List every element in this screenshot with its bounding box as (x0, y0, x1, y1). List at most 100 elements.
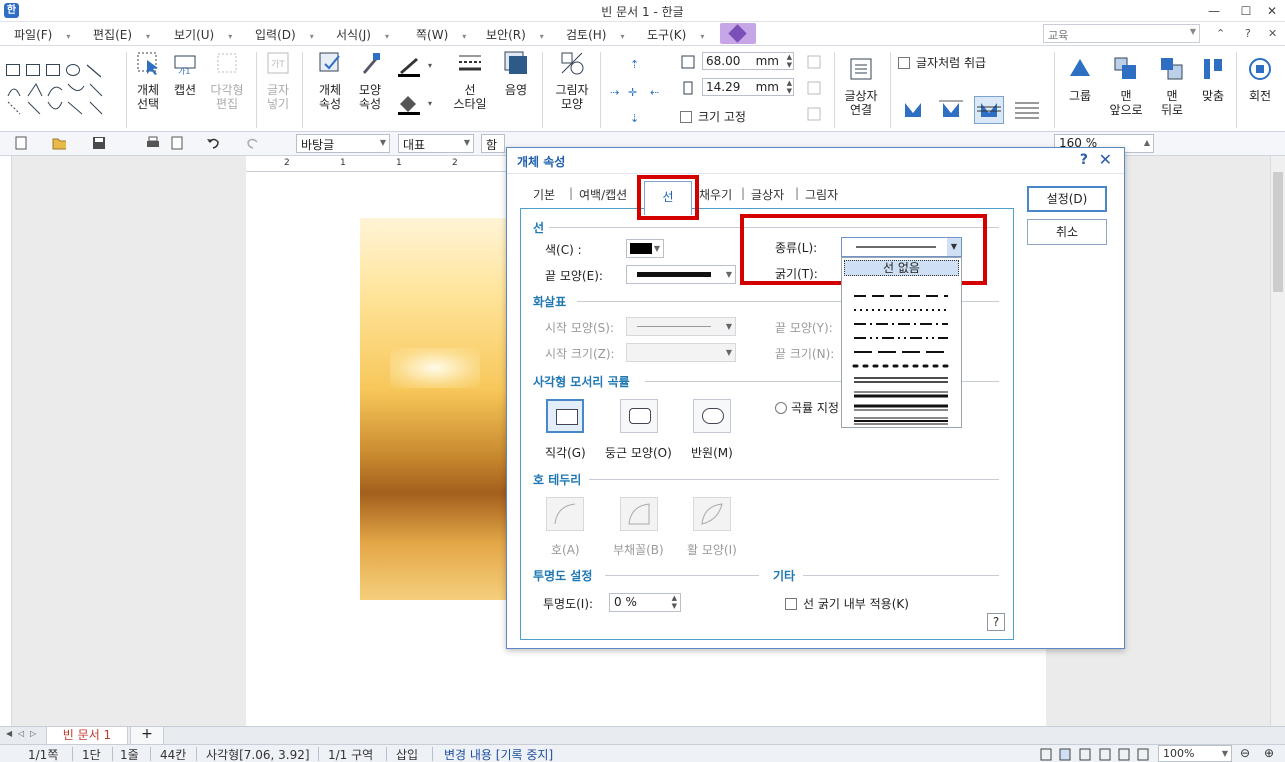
menu-tools[interactable]: 도구(K) ▾ (647, 26, 704, 43)
tab-fill[interactable]: 채우기 (699, 186, 732, 203)
undo-icon[interactable] (206, 136, 220, 150)
font-select[interactable]: 함초롬바탕 (481, 134, 505, 220)
preview-icon[interactable] (170, 136, 184, 150)
glyph-insert-button[interactable]: 가T 글자 넣기 (260, 50, 296, 111)
bring-front-button[interactable]: 맨 앞으로 (1104, 56, 1148, 117)
tab-prev-button[interactable]: ◁ (18, 729, 28, 741)
line-color-icon[interactable]: ▾ (396, 56, 436, 78)
tab-margin-caption[interactable]: 여백/캡션 (579, 186, 627, 203)
status-insert-mode[interactable]: 삽입 (396, 746, 418, 762)
polygon-edit-button[interactable]: 다각형 편집 (204, 50, 250, 111)
wrap-tight-button[interactable] (936, 96, 966, 124)
caption-button[interactable]: 가1 캡션 (168, 50, 202, 97)
close-window-button[interactable]: ✕ (1258, 2, 1285, 20)
save-icon[interactable] (92, 136, 106, 150)
tab-shadow[interactable]: 그림자 (805, 186, 838, 203)
fill-color-icon[interactable]: ▾ (396, 94, 436, 116)
tab-basic[interactable]: 기본 (533, 186, 555, 203)
tab-next-button[interactable]: ▷ (30, 729, 40, 741)
dialog-help-button[interactable]: ? (1080, 152, 1088, 168)
align-button[interactable]: 맞춤 (1196, 56, 1230, 103)
bow-button[interactable] (693, 497, 731, 531)
menu-format[interactable]: 서식(J) ▾ (336, 26, 389, 43)
send-back-button[interactable]: 맨 뒤로 (1150, 56, 1194, 117)
menu-view[interactable]: 보기(U) ▾ (174, 26, 232, 43)
sunset-photo[interactable] (360, 218, 510, 600)
rect-icon[interactable] (6, 64, 20, 76)
zoom-in-icon[interactable]: ⊕ (1264, 746, 1274, 760)
language-select[interactable]: 대표 ▼ (398, 134, 474, 153)
width-input[interactable]: 68.00 mm ▲ ▼ (702, 52, 794, 70)
new-doc-icon[interactable] (14, 136, 28, 150)
maximize-button[interactable]: ☐ (1232, 2, 1260, 20)
order-icons[interactable] (806, 54, 826, 124)
start-shape-select[interactable]: ▼ (626, 317, 736, 336)
wrap-front-button[interactable] (1012, 96, 1042, 124)
dialog-close-button[interactable]: ✕ (1099, 150, 1112, 169)
help-search-input[interactable]: 교육 ▼ (1043, 24, 1200, 43)
object-select-button[interactable]: 개체 선택 (130, 50, 166, 111)
corner-custom-radio[interactable]: 곡률 지정 (775, 399, 839, 416)
group-button[interactable]: 그룹 (1062, 56, 1098, 103)
menu-security[interactable]: 보안(R) ▾ (486, 26, 544, 43)
object-props-button[interactable]: 개체 속성 (310, 50, 350, 111)
add-tab-button[interactable]: + (130, 727, 164, 745)
menu-page[interactable]: 쪽(W) ▾ (416, 26, 466, 43)
picture-shape-button[interactable]: 그림자 모양 (550, 50, 594, 111)
help-button[interactable]: ? (1245, 27, 1251, 40)
rotate-button[interactable]: 회전 (1242, 56, 1278, 103)
end-shape-select[interactable]: ▼ (626, 265, 736, 284)
line-type-option-none[interactable]: 선 없음 (844, 260, 959, 276)
line-type-options[interactable] (842, 278, 961, 428)
start-size-select[interactable]: ▼ (626, 343, 736, 362)
open-folder-icon[interactable] (52, 136, 66, 150)
square-icon[interactable] (46, 64, 60, 76)
minimize-button[interactable]: — (1200, 2, 1228, 20)
fix-size-checkbox[interactable]: 크기 고정 (680, 108, 746, 125)
textbox-link-button[interactable]: 글상자 연결 (838, 56, 884, 117)
line-style-button[interactable]: 선 스타일 (448, 50, 492, 111)
inner-thickness-checkbox[interactable]: 선 굵기 내부 적용(K) (785, 595, 909, 612)
line-type-dropdown-list[interactable]: 선 없음 (841, 257, 962, 428)
wrap-behind-button[interactable] (974, 96, 1004, 124)
ok-button[interactable]: 설정(D) (1027, 186, 1107, 212)
ellipse-icon[interactable] (66, 64, 80, 76)
print-icon[interactable] (146, 136, 160, 150)
position-icons[interactable]: ⇡ ⇢ ✛ ⇠ ⇣ (606, 54, 666, 126)
menu-insert[interactable]: 입력(D) ▾ (255, 26, 314, 43)
shape-props-button[interactable]: 모양 속성 (352, 50, 388, 111)
corner-square-button[interactable] (546, 399, 584, 433)
arc-button[interactable] (546, 497, 584, 531)
view-mode-icons[interactable] (1040, 748, 1112, 761)
line-type-select[interactable]: ▼ (841, 237, 962, 257)
corner-half-button[interactable] (693, 399, 731, 433)
textbox-icon[interactable] (26, 64, 40, 76)
panel-help-button[interactable]: ? (987, 613, 1005, 631)
menu-file[interactable]: 파일(F) ▾ (14, 26, 70, 43)
tab-first-button[interactable]: ◀ (6, 729, 16, 741)
page-view-icons[interactable] (1118, 748, 1152, 761)
shadow-button[interactable]: 음영 (498, 50, 534, 97)
document-tab[interactable]: 빈 문서 1 (46, 727, 128, 745)
height-input[interactable]: 14.29 mm ▲ ▼ (702, 78, 794, 96)
status-zoom-select[interactable]: 100% ▼ (1158, 745, 1232, 762)
wrap-square-button[interactable] (898, 96, 928, 124)
shape-gallery[interactable] (6, 60, 108, 118)
tab-textbox[interactable]: 글상자 (751, 186, 784, 203)
line-icon[interactable] (86, 64, 102, 78)
redo-icon[interactable] (246, 136, 260, 150)
close-doc-button[interactable]: ✕ (1268, 27, 1277, 40)
curve-tools-icon[interactable] (6, 82, 106, 116)
transparency-input[interactable]: 0 % ▲ ▼ (609, 593, 681, 612)
zoom-out-icon[interactable]: ⊖ (1240, 746, 1250, 760)
corner-round-button[interactable] (620, 399, 658, 433)
vertical-scrollbar[interactable] (1270, 156, 1285, 726)
drawing-tools-tab[interactable] (720, 23, 756, 44)
line-color-picker[interactable]: ▼ (626, 239, 664, 258)
status-track-changes[interactable]: 변경 내용 [기록 중지] (444, 746, 553, 762)
cancel-button[interactable]: 취소 (1027, 219, 1107, 245)
tab-line[interactable]: 선 (644, 181, 692, 215)
menu-review[interactable]: 검토(H) ▾ (566, 26, 624, 43)
style-select[interactable]: 바탕글 ▼ (296, 134, 390, 153)
collapse-ribbon-button[interactable]: ⌃ (1216, 27, 1225, 40)
